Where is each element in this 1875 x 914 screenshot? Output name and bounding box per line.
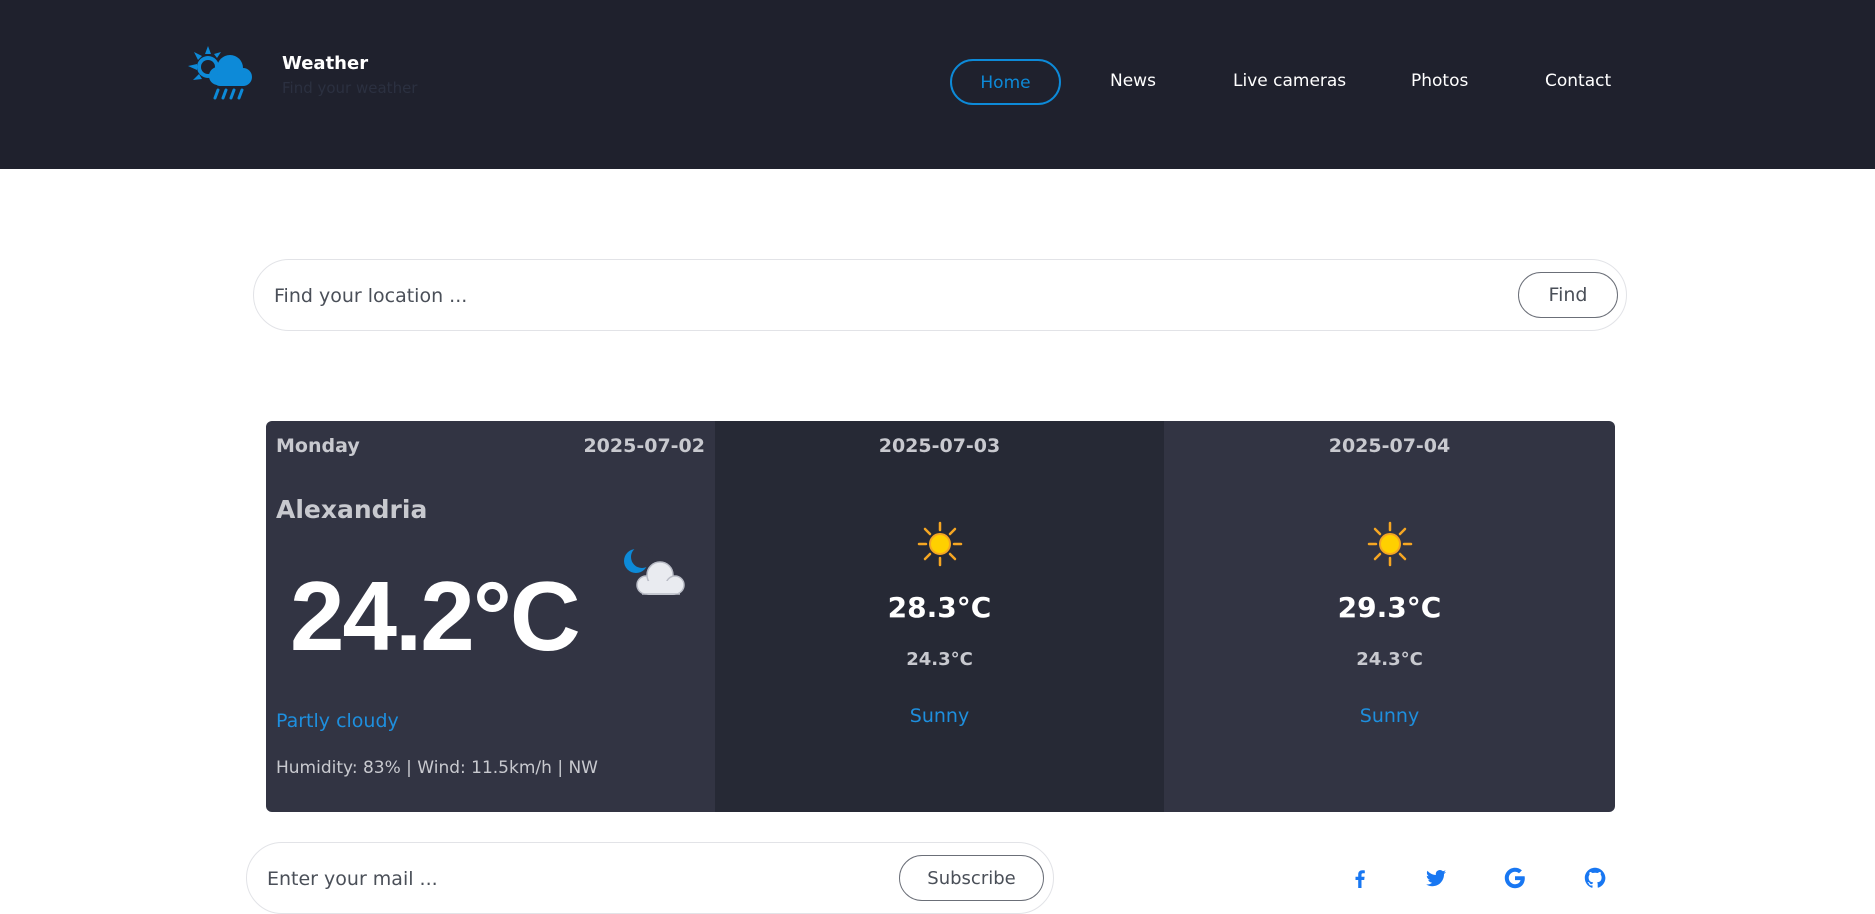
subscribe-form: Subscribe <box>246 842 1054 914</box>
nav-item-contact[interactable]: Contact <box>1545 59 1611 105</box>
github-icon <box>1584 867 1606 888</box>
forecast-card-day-3: 2025-07-04 29.3°C 24.3°C Sunny <box>1164 421 1615 812</box>
today-day: Monday <box>276 435 360 457</box>
site-header: Weather Find your weather Home News Live… <box>0 0 1875 169</box>
find-button[interactable]: Find <box>1518 272 1618 318</box>
forecast-cards: Monday 2025-07-02 Alexandria 24.2°C Part… <box>266 421 1615 812</box>
subscribe-button[interactable]: Subscribe <box>899 855 1044 901</box>
today-details: Humidity: 83% | Wind: 11.5km/h | NW <box>276 758 598 778</box>
today-condition: Partly cloudy <box>276 710 399 732</box>
nav-item-news[interactable]: News <box>1110 59 1156 105</box>
forecast-max-temp: 28.3°C <box>887 591 992 624</box>
forecast-max-temp: 29.3°C <box>1337 591 1442 624</box>
nav-item-photos[interactable]: Photos <box>1411 59 1468 105</box>
twitter-icon <box>1426 870 1446 887</box>
forecast-card-today: Monday 2025-07-02 Alexandria 24.2°C Part… <box>266 421 715 812</box>
sun-icon <box>917 521 962 567</box>
facebook-link[interactable] <box>1348 866 1372 890</box>
today-date: 2025-07-02 <box>583 435 705 457</box>
sun-icon <box>1367 521 1412 567</box>
nav-item-home[interactable]: Home <box>950 59 1061 105</box>
google-link[interactable] <box>1503 866 1527 890</box>
location-search-input[interactable] <box>274 276 1454 316</box>
github-link[interactable] <box>1583 866 1607 890</box>
forecast-card-day-2: 2025-07-03 28.3°C 24.3°C Sunny <box>715 421 1164 812</box>
today-temperature: 24.2°C <box>290 561 581 671</box>
nav-item-live-cameras[interactable]: Live cameras <box>1233 59 1346 105</box>
forecast-condition: Sunny <box>1359 705 1420 727</box>
forecast-min-temp: 24.3°C <box>1356 649 1423 670</box>
email-field[interactable] <box>267 859 867 899</box>
forecast-date: 2025-07-04 <box>1328 435 1451 457</box>
forecast-date: 2025-07-03 <box>878 435 1001 457</box>
moon-cloud-icon <box>624 546 685 595</box>
google-icon <box>1504 867 1525 889</box>
today-city: Alexandria <box>276 495 428 524</box>
forecast-min-temp: 24.3°C <box>906 649 973 670</box>
main-nav: Home News Live cameras Photos Contact <box>0 59 1875 105</box>
facebook-icon <box>1355 870 1365 888</box>
location-search-form: Find <box>253 259 1627 331</box>
forecast-condition: Sunny <box>909 705 970 727</box>
twitter-link[interactable] <box>1424 866 1448 890</box>
